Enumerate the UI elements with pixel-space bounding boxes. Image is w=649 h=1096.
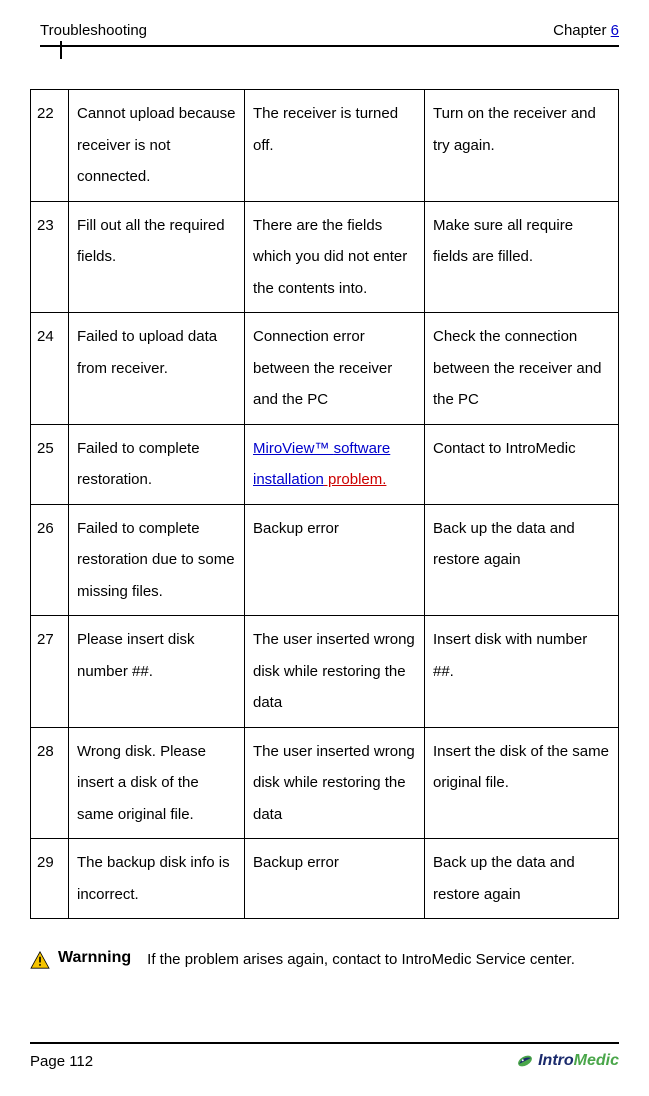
- row-action: Back up the data and restore again: [425, 839, 619, 919]
- warning-block: Warnning If the problem arises again, co…: [30, 949, 619, 970]
- row-cause: The user inserted wrong disk while resto…: [245, 727, 425, 839]
- header-chapter: Chapter 6: [553, 22, 619, 39]
- row-number: 29: [31, 839, 69, 919]
- header-tick: [60, 41, 62, 59]
- page-header: Troubleshooting Chapter 6: [40, 22, 619, 47]
- row-message: The backup disk info is incorrect.: [69, 839, 245, 919]
- row-cause: Connection error between the receiver an…: [245, 313, 425, 425]
- row-action: Turn on the receiver and try again.: [425, 90, 619, 202]
- cause-link-red[interactable]: problem.: [324, 471, 387, 488]
- row-action: Check the connection between the receive…: [425, 313, 619, 425]
- row-number: 26: [31, 504, 69, 616]
- warning-label: Warnning: [58, 949, 131, 967]
- row-cause: Backup error: [245, 839, 425, 919]
- row-cause: The receiver is turned off.: [245, 90, 425, 202]
- table-row: 28 Wrong disk. Please insert a disk of t…: [31, 727, 619, 839]
- table-row: 26 Failed to complete restoration due to…: [31, 504, 619, 616]
- row-action: Back up the data and restore again: [425, 504, 619, 616]
- row-action: Make sure all require fields are filled.: [425, 201, 619, 313]
- table-row: 24 Failed to upload data from receiver. …: [31, 313, 619, 425]
- row-cause: There are the fields which you did not e…: [245, 201, 425, 313]
- row-message: Wrong disk. Please insert a disk of the …: [69, 727, 245, 839]
- warning-text: If the problem arises again, contact to …: [147, 949, 619, 970]
- chapter-label: Chapter: [553, 22, 611, 39]
- row-action: Insert the disk of the same original fil…: [425, 727, 619, 839]
- header-section-title: Troubleshooting: [40, 22, 147, 39]
- row-message: Fill out all the required fields.: [69, 201, 245, 313]
- table-row: 22 Cannot upload because receiver is not…: [31, 90, 619, 202]
- troubleshooting-table: 22 Cannot upload because receiver is not…: [30, 89, 619, 919]
- row-message: Please insert disk number ##.: [69, 616, 245, 728]
- row-cause: The user inserted wrong disk while resto…: [245, 616, 425, 728]
- logo-text-intro: Intro: [538, 1052, 574, 1069]
- row-number: 24: [31, 313, 69, 425]
- table-row: 25 Failed to complete restoration. MiroV…: [31, 424, 619, 504]
- logo-text-medic: Medic: [574, 1052, 619, 1069]
- row-cause: MiroView™ software installation problem.: [245, 424, 425, 504]
- table-row: 29 The backup disk info is incorrect. Ba…: [31, 839, 619, 919]
- row-message: Cannot upload because receiver is not co…: [69, 90, 245, 202]
- table-row: 27 Please insert disk number ##. The use…: [31, 616, 619, 728]
- row-number: 28: [31, 727, 69, 839]
- row-message: Failed to complete restoration.: [69, 424, 245, 504]
- page-number: Page 112: [30, 1053, 93, 1070]
- row-action: Insert disk with number ##.: [425, 616, 619, 728]
- brand-logo: IntroMedic: [516, 1052, 619, 1070]
- row-number: 25: [31, 424, 69, 504]
- chapter-link[interactable]: 6: [611, 22, 619, 39]
- row-number: 27: [31, 616, 69, 728]
- page-footer: Page 112 IntroMedic: [30, 1042, 619, 1070]
- pill-icon: [516, 1052, 534, 1070]
- row-message: Failed to upload data from receiver.: [69, 313, 245, 425]
- row-message: Failed to complete restoration due to so…: [69, 504, 245, 616]
- table-row: 23 Fill out all the required fields. The…: [31, 201, 619, 313]
- row-number: 22: [31, 90, 69, 202]
- row-action: Contact to IntroMedic: [425, 424, 619, 504]
- warning-icon: [30, 951, 50, 969]
- row-number: 23: [31, 201, 69, 313]
- row-cause: Backup error: [245, 504, 425, 616]
